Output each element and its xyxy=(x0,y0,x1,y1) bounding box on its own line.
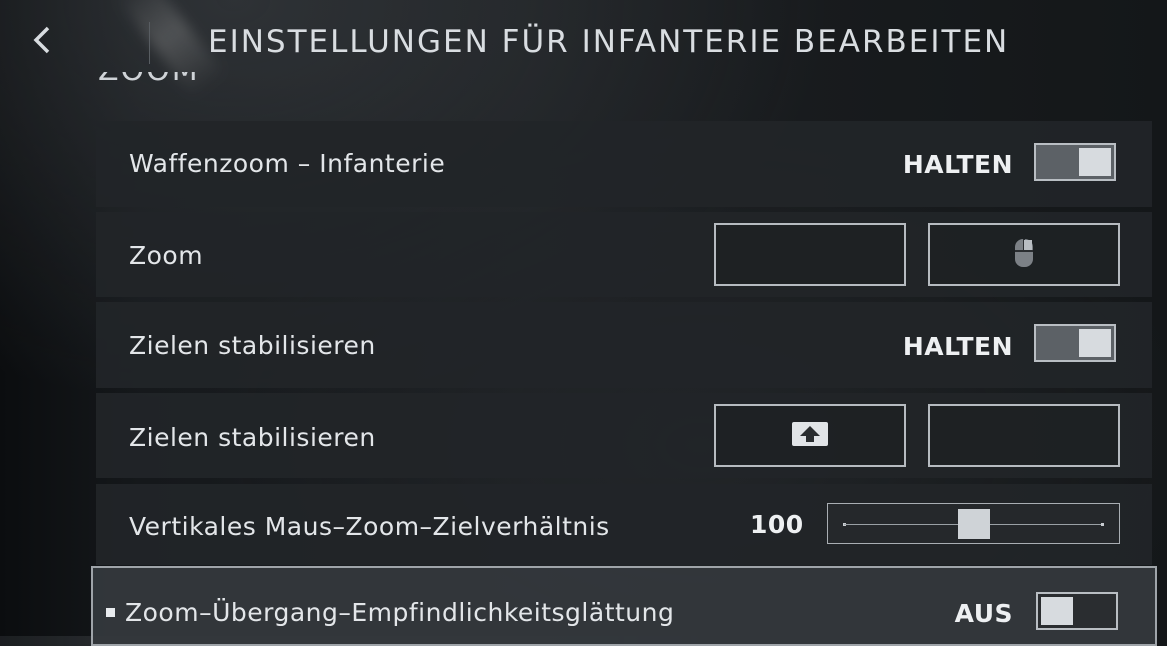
back-button[interactable] xyxy=(22,24,62,64)
setting-row-steady-aim-key[interactable]: Zielen stabilisieren xyxy=(96,393,1152,478)
slider[interactable] xyxy=(827,503,1120,544)
page-title: EINSTELLUNGEN FÜR INFANTERIE BEARBEITEN xyxy=(208,24,1010,60)
setting-label: Zielen stabilisieren xyxy=(129,331,376,360)
setting-label: Vertikales Maus–Zoom–Zielverhältnis xyxy=(129,512,610,541)
slider-value: 100 xyxy=(750,510,804,539)
toggle-switch[interactable] xyxy=(1034,324,1116,362)
mouse-right-button-icon xyxy=(1013,237,1035,273)
section-heading-zoom: ZOOM xyxy=(98,72,208,90)
setting-value: HALTEN xyxy=(902,150,1013,179)
setting-row-steady-aim[interactable]: Zielen stabilisieren HALTEN xyxy=(96,302,1152,388)
shift-key-icon xyxy=(791,421,829,451)
setting-label: Zielen stabilisieren xyxy=(129,423,376,452)
setting-value: HALTEN xyxy=(902,332,1013,361)
keybind-secondary-slot[interactable] xyxy=(928,404,1120,467)
keybind-secondary-slot[interactable] xyxy=(928,223,1120,286)
toggle-switch[interactable] xyxy=(1034,143,1116,181)
setting-row-zoom-transition-smoothing[interactable]: Zoom–Übergang–Empfindlichkeitsglättung A… xyxy=(91,566,1157,646)
toggle-knob xyxy=(1079,148,1111,176)
setting-row-weapon-zoom[interactable]: Waffenzoom – Infanterie HALTEN xyxy=(96,121,1152,207)
toggle-switch[interactable] xyxy=(1036,592,1118,630)
setting-row-zoom[interactable]: Zoom xyxy=(96,212,1152,297)
toggle-knob xyxy=(1041,597,1073,625)
setting-label: Waffenzoom – Infanterie xyxy=(129,149,446,178)
header-divider xyxy=(149,22,150,64)
setting-row-vertical-zoom-ratio[interactable]: Vertikales Maus–Zoom–Zielverhältnis 100 xyxy=(96,484,1152,565)
toggle-knob xyxy=(1079,329,1111,357)
slider-max-tick xyxy=(1101,523,1104,526)
setting-label: Zoom–Übergang–Empfindlichkeitsglättung xyxy=(125,598,675,627)
selection-indicator xyxy=(106,608,115,617)
setting-label: Zoom xyxy=(129,241,204,270)
keybind-primary-slot[interactable] xyxy=(714,404,906,467)
keybind-primary-slot[interactable] xyxy=(714,223,906,286)
slider-thumb[interactable] xyxy=(957,509,990,539)
setting-value: AUS xyxy=(954,599,1013,628)
chevron-left-icon xyxy=(31,24,53,64)
